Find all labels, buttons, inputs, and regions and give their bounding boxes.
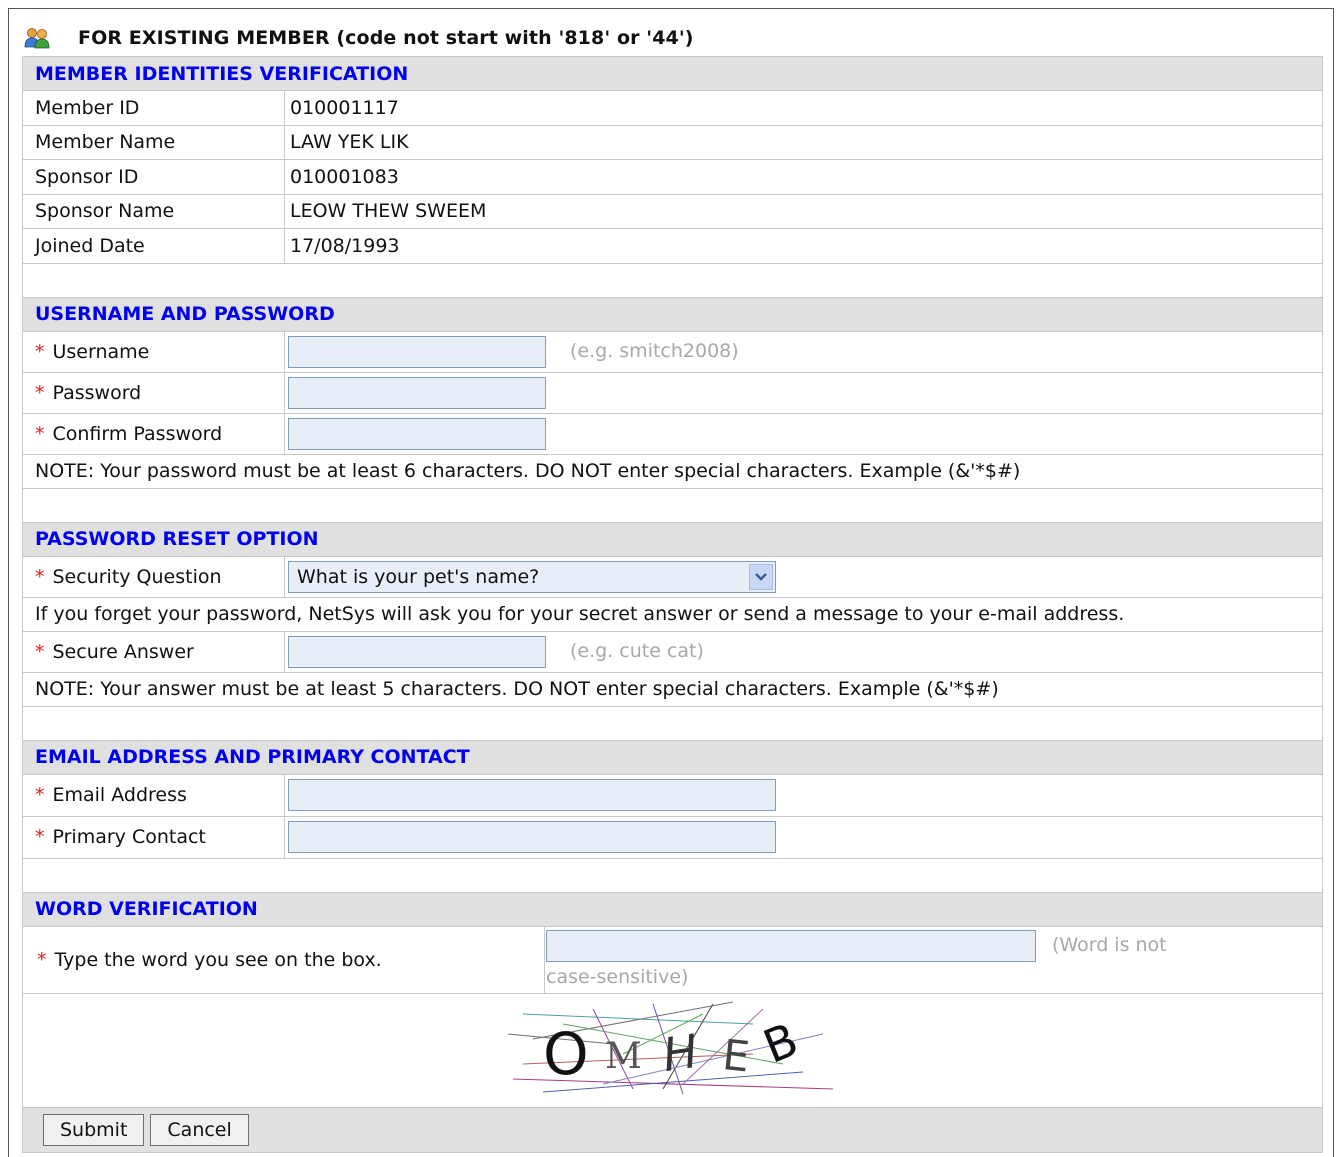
captcha-cell: O M H E B xyxy=(22,992,1323,1108)
reset-info: If you forget your password, NetSys will… xyxy=(22,596,1323,632)
verify-row: * Type the word you see on the box. (Word… xyxy=(22,925,1323,994)
answer-note: NOTE: Your answer must be at least 5 cha… xyxy=(22,671,1323,707)
verify-label-cell: * Type the word you see on the box. xyxy=(23,926,545,993)
confirm-password-label: Confirm Password xyxy=(52,422,223,445)
required-marker: * xyxy=(37,948,47,971)
security-question-selected: What is your pet's name? xyxy=(297,565,540,588)
registration-form: MEMBER IDENTITIES VERIFICATION Member ID… xyxy=(22,56,1323,1153)
users-icon xyxy=(24,27,50,49)
email-field[interactable] xyxy=(288,779,776,811)
primary-contact-field[interactable] xyxy=(288,821,776,853)
captcha-letter: E xyxy=(720,1030,752,1082)
primary-contact-label-cell: * Primary Contact xyxy=(22,815,285,859)
required-marker: * xyxy=(35,826,45,848)
security-question-select[interactable]: What is your pet's name? xyxy=(288,560,776,593)
required-marker: * xyxy=(35,640,45,663)
sponsor-id-label: Sponsor ID xyxy=(22,159,285,195)
captcha-input[interactable] xyxy=(546,929,1036,962)
username-hint: (e.g. smitch2008) xyxy=(570,339,739,362)
email-label: Email Address xyxy=(52,784,187,806)
password-label: Password xyxy=(52,381,142,404)
required-marker: * xyxy=(35,381,45,404)
captcha-hint-line1: (Word is not xyxy=(1052,933,1167,956)
member-id-value: 010001117 xyxy=(284,90,1323,126)
spacer-row xyxy=(22,262,1323,298)
confirm-password-cell xyxy=(284,412,1323,455)
security-question-cell: What is your pet's name? xyxy=(284,555,1323,598)
cancel-button[interactable]: Cancel xyxy=(150,1113,249,1146)
section-heading-identity: MEMBER IDENTITIES VERIFICATION xyxy=(22,56,1323,91)
sponsor-name-value: LEOW THEW SWEEM xyxy=(284,193,1323,229)
section-heading-reset: PASSWORD RESET OPTION xyxy=(22,521,1323,557)
joined-date-label: Joined Date xyxy=(22,228,285,264)
secure-answer-cell: (e.g. cute cat) xyxy=(284,630,1323,673)
username-label: Username xyxy=(52,340,150,363)
joined-date-value: 17/08/1993 xyxy=(284,228,1323,264)
primary-contact-cell xyxy=(284,815,1323,859)
spacer-row xyxy=(22,857,1323,893)
spacer-row xyxy=(22,705,1323,741)
email-cell xyxy=(284,773,1323,817)
captcha-hint-line2: case-sensitive) xyxy=(546,965,689,988)
button-bar: Submit Cancel xyxy=(22,1106,1323,1153)
section-heading-verify: WORD VERIFICATION xyxy=(22,891,1323,927)
submit-button[interactable]: Submit xyxy=(43,1113,145,1146)
section-heading-credentials: USERNAME AND PASSWORD xyxy=(22,296,1323,332)
section-heading-contact: EMAIL ADDRESS AND PRIMARY CONTACT xyxy=(22,739,1323,775)
verify-input-cell: (Word is not case-sensitive) xyxy=(545,927,1322,993)
confirm-password-label-cell: * Confirm Password xyxy=(22,412,285,455)
secure-answer-input[interactable] xyxy=(288,635,546,668)
secure-answer-hint: (e.g. cute cat) xyxy=(570,639,704,662)
sponsor-id-value: 010001083 xyxy=(284,159,1323,195)
password-input[interactable] xyxy=(288,376,546,409)
member-id-label: Member ID xyxy=(22,90,285,126)
password-note: NOTE: Your password must be at least 6 c… xyxy=(22,453,1323,489)
captcha-letter: B xyxy=(755,1012,804,1074)
spacer-row xyxy=(22,487,1323,523)
sponsor-name-label: Sponsor Name xyxy=(22,193,285,229)
member-name-label: Member Name xyxy=(22,124,285,160)
member-name-value: LAW YEK LIK xyxy=(284,124,1323,160)
captcha-letter: M xyxy=(605,1036,642,1077)
captcha-letter: O xyxy=(543,1020,589,1088)
password-cell xyxy=(284,371,1323,414)
confirm-password-input[interactable] xyxy=(288,417,546,450)
username-label-cell: * Username xyxy=(22,330,285,373)
primary-contact-label: Primary Contact xyxy=(52,826,206,848)
chevron-down-icon[interactable] xyxy=(749,563,773,590)
username-input[interactable] xyxy=(288,335,546,368)
required-marker: * xyxy=(35,340,45,363)
security-question-label: Security Question xyxy=(52,565,222,588)
captcha-letter: H xyxy=(659,1023,701,1081)
secure-answer-label-cell: * Secure Answer xyxy=(22,630,285,673)
required-marker: * xyxy=(35,565,45,588)
page-header: FOR EXISTING MEMBER (code not start with… xyxy=(24,24,694,52)
verify-label: Type the word you see on the box. xyxy=(54,948,382,971)
username-cell: (e.g. smitch2008) xyxy=(284,330,1323,373)
email-label-cell: * Email Address xyxy=(22,773,285,817)
password-label-cell: * Password xyxy=(22,371,285,414)
captcha-image: O M H E B xyxy=(507,1001,833,1094)
required-marker: * xyxy=(35,784,45,806)
required-marker: * xyxy=(35,422,45,445)
security-question-label-cell: * Security Question xyxy=(22,555,285,598)
secure-answer-label: Secure Answer xyxy=(52,640,194,663)
page-title: FOR EXISTING MEMBER (code not start with… xyxy=(78,27,694,49)
